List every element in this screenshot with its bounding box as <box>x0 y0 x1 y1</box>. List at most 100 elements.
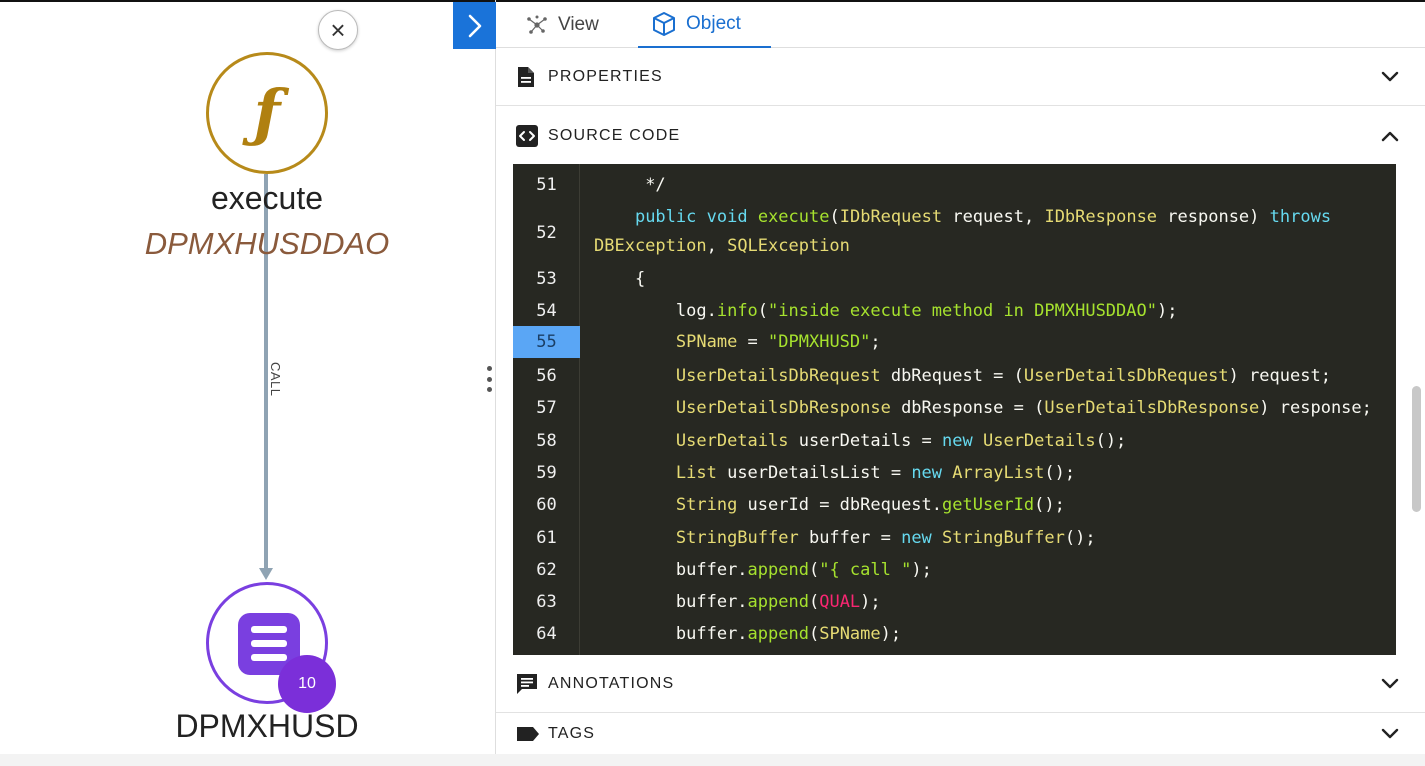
code-token: userDetailsList = <box>716 463 912 483</box>
code-token: ; <box>870 332 881 352</box>
code-token: request, <box>942 207 1045 227</box>
code-line: 57 UserDetailsDbResponse dbResponse = (U… <box>513 393 1396 423</box>
tags-section-header[interactable]: TAGS <box>496 714 1425 754</box>
code-text: log.info("inside execute method in DPMXH… <box>594 296 1390 326</box>
code-token: ( <box>757 301 769 321</box>
code-token: ( <box>808 592 820 612</box>
code-token: UserDetails <box>982 431 1096 451</box>
code-text: buffer.append(SPName); <box>594 619 1390 649</box>
line-number[interactable]: 59 <box>513 458 580 488</box>
execute-node-subtitle: DPMXHUSDDAO <box>144 226 390 261</box>
code-token: log. <box>675 301 717 321</box>
line-number[interactable]: 61 <box>513 523 580 553</box>
code-line: 53 { <box>513 264 1396 294</box>
function-icon: ƒ <box>253 76 281 149</box>
chevron-down-icon[interactable] <box>1381 728 1399 740</box>
code-line: 61 StringBuffer buffer = new StringBuffe… <box>513 523 1396 553</box>
source-code-title: SOURCE CODE <box>548 126 681 144</box>
code-token: List <box>675 463 717 483</box>
line-number[interactable]: 63 <box>513 587 580 617</box>
code-line: 52 public void execute(IDbRequest reques… <box>513 203 1396 263</box>
line-number[interactable]: 55 <box>513 326 580 358</box>
code-line: 54 log.info("inside execute method in DP… <box>513 296 1396 326</box>
line-number[interactable]: 53 <box>513 264 580 294</box>
code-token: execute <box>757 207 830 227</box>
line-number[interactable]: 54 <box>513 296 580 326</box>
code-token: */ <box>645 175 666 195</box>
code-token: UserDetailsDbResponse <box>675 398 891 418</box>
tab-bar: View Object <box>496 2 1425 48</box>
line-number[interactable]: 64 <box>513 619 580 649</box>
code-line: 60 String userId = dbRequest.getUserId()… <box>513 490 1396 520</box>
line-number[interactable]: 51 <box>513 171 580 199</box>
code-token: buffer. <box>675 560 748 580</box>
code-token: String <box>675 495 738 515</box>
code-token: ( <box>808 624 820 644</box>
annotations-title: ANNOTATIONS <box>548 675 675 692</box>
code-token: dbResponse = ( <box>890 398 1045 418</box>
annotations-section-header[interactable]: ANNOTATIONS <box>496 656 1425 713</box>
code-token: UserDetailsDbRequest <box>1023 366 1229 386</box>
execute-node[interactable]: ƒ <box>206 52 328 174</box>
code-line: 64 buffer.append(SPName); <box>513 619 1396 649</box>
code-token: response) <box>1157 207 1270 227</box>
code-token: ) response; <box>1259 398 1372 418</box>
properties-section-header[interactable]: PROPERTIES <box>496 49 1425 106</box>
tab-view[interactable]: View <box>526 2 599 48</box>
edge-arrowhead <box>259 568 273 580</box>
chevron-up-icon[interactable] <box>1381 130 1399 142</box>
bottom-strip <box>0 754 1425 766</box>
line-number[interactable]: 58 <box>513 426 580 456</box>
code-token: buffer. <box>675 624 748 644</box>
code-token: UserDetails <box>675 431 789 451</box>
code-token: "DPMXHUSD" <box>768 332 871 352</box>
code-line: 58 UserDetails userDetails = new UserDet… <box>513 426 1396 456</box>
source-code-viewer[interactable]: 51 */ 52 public void execute(IDbRequest r… <box>513 164 1396 655</box>
line-number[interactable]: 52 <box>513 203 580 263</box>
source-code-section-header[interactable]: SOURCE CODE <box>496 107 1425 164</box>
code-token: void <box>706 207 748 227</box>
graph-canvas[interactable]: CALL × ƒ execute DPMXHUSDDAO 10 DPMXHUSD <box>0 0 495 754</box>
collapse-panel-button[interactable] <box>453 2 496 49</box>
line-number[interactable]: 60 <box>513 490 580 520</box>
chevron-down-icon[interactable] <box>1381 678 1399 690</box>
line-number[interactable]: 57 <box>513 393 580 423</box>
code-token: SQLException <box>727 236 850 256</box>
line-number[interactable]: 56 <box>513 361 580 391</box>
node-count-badge[interactable]: 10 <box>278 655 336 713</box>
comment-icon <box>516 673 538 695</box>
code-text: */ <box>594 171 1390 199</box>
dpmxhusd-node-title: DPMXHUSD <box>175 708 359 744</box>
line-number[interactable]: 62 <box>513 555 580 585</box>
code-token: (); <box>1064 528 1096 548</box>
scrollbar-thumb[interactable] <box>1412 386 1421 512</box>
code-line: 63 buffer.append(QUAL); <box>513 587 1396 617</box>
code-token: ) request; <box>1228 366 1331 386</box>
code-token: { <box>634 269 646 289</box>
tag-icon <box>516 726 540 742</box>
panel-resize-handle[interactable] <box>484 366 494 392</box>
code-token: ); <box>911 560 932 580</box>
close-button[interactable]: × <box>318 10 358 50</box>
cube-icon <box>652 11 676 37</box>
chevron-down-icon[interactable] <box>1381 71 1399 83</box>
code-token: buffer = <box>798 528 902 548</box>
code-text: public void execute(IDbRequest request, … <box>594 203 1390 261</box>
code-token: "{ call " <box>819 560 912 580</box>
code-token: QUAL <box>819 592 861 612</box>
tab-object[interactable]: Object <box>638 2 771 48</box>
code-text: SPName = "DPMXHUSD"; <box>594 326 1390 358</box>
tab-view-label: View <box>558 14 599 35</box>
